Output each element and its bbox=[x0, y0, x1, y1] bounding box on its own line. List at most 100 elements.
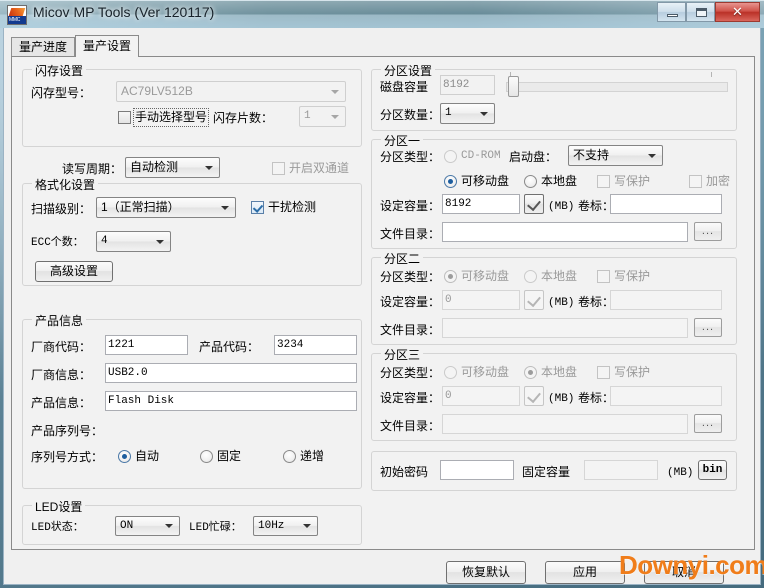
p1-browse-button[interactable]: ... bbox=[694, 222, 722, 241]
p1-capacity-label: 设定容量： bbox=[380, 199, 441, 213]
checkbox-box bbox=[597, 270, 610, 283]
application-window: MMC Micov MP Tools (Ver 120117) 量产进度 量产设… bbox=[0, 0, 764, 588]
app-icon-swoosh bbox=[8, 8, 26, 16]
tab-page-production-settings: 闪存设置 闪存型号： AC79LV512B 手动选择型号 闪存片数： 1 读写周… bbox=[11, 56, 755, 550]
p2-volume-input[interactable] bbox=[610, 290, 722, 310]
p3-capacity-label: 设定容量： bbox=[380, 391, 441, 405]
partition-count-value: 1 bbox=[445, 107, 452, 119]
slider-track[interactable] bbox=[506, 82, 728, 92]
radio-dot bbox=[524, 366, 537, 379]
p2-capacity-apply-button[interactable] bbox=[524, 290, 544, 310]
serial-mode-auto-label: 自动 bbox=[135, 449, 160, 463]
apply-button[interactable]: 应用 bbox=[545, 561, 625, 584]
p1-capacity-apply-button[interactable] bbox=[524, 194, 544, 214]
group-partition-two: 分区二 分区类型： 可移动盘 本地盘 写保护 设定容量： 0 (MB) 卷标： … bbox=[371, 250, 737, 345]
radio-dot bbox=[444, 270, 457, 283]
radio-dot bbox=[524, 270, 537, 283]
p1-dir-input[interactable] bbox=[442, 222, 688, 242]
group-led-settings: LED设置 LED状态： ON LED忙碌： 10Hz bbox=[22, 498, 362, 545]
scan-level-value: 1（正常扫描） bbox=[101, 200, 180, 214]
p1-write-protect-label: 写保护 bbox=[614, 174, 651, 188]
checkbox-box bbox=[597, 175, 610, 188]
dual-channel-label: 开启双通道 bbox=[289, 161, 350, 175]
group-partition-three: 分区三 分区类型： 可移动盘 本地盘 写保护 设定容量： 0 (MB) 卷标： … bbox=[371, 346, 737, 441]
tab-production-progress[interactable]: 量产进度 bbox=[11, 37, 75, 57]
p3-dir-label: 文件目录： bbox=[380, 419, 441, 433]
group-partition-three-title: 分区三 bbox=[381, 346, 424, 363]
group-product-info-title: 产品信息 bbox=[32, 312, 87, 329]
group-format-settings-title: 格式化设置 bbox=[32, 176, 99, 193]
rw-cycle-label: 读写周期： bbox=[62, 162, 123, 176]
checkbox-box bbox=[597, 366, 610, 379]
tab-strip: 量产进度 量产设置 bbox=[11, 35, 755, 57]
app-icon-text: MMC bbox=[9, 17, 21, 23]
p3-capacity-apply-button[interactable] bbox=[524, 386, 544, 406]
p2-capacity-input[interactable]: 0 bbox=[442, 290, 520, 310]
product-info-label: 产品信息： bbox=[31, 396, 92, 410]
p3-write-protect-label: 写保护 bbox=[614, 365, 651, 379]
p1-unit-label: (MB) bbox=[548, 201, 575, 213]
led-state-combo[interactable]: ON bbox=[115, 516, 180, 536]
fixed-capacity-unit-label: (MB) bbox=[667, 467, 694, 479]
bin-button[interactable]: bin bbox=[698, 460, 727, 480]
p3-volume-label: 卷标： bbox=[578, 391, 615, 405]
disk-capacity-input[interactable]: 8192 bbox=[440, 75, 495, 95]
group-partition-two-title: 分区二 bbox=[381, 250, 424, 267]
p3-dir-input[interactable] bbox=[442, 414, 688, 434]
window-title: Micov MP Tools (Ver 120117) bbox=[33, 4, 215, 20]
product-info-input[interactable]: Flash Disk bbox=[105, 391, 357, 411]
p1-volume-label: 卷标： bbox=[578, 199, 615, 213]
led-busy-combo[interactable]: 10Hz bbox=[253, 516, 318, 536]
flash-model-combo[interactable]: AC79LV512B bbox=[116, 81, 346, 102]
chevron-down-icon bbox=[156, 239, 164, 244]
partition-count-combo[interactable]: 1 bbox=[440, 103, 495, 124]
fixed-capacity-input[interactable] bbox=[584, 460, 658, 480]
ecc-count-value: 4 bbox=[101, 235, 108, 247]
vendor-info-input[interactable]: USB2.0 bbox=[105, 363, 357, 383]
p3-removable-label: 可移动盘 bbox=[461, 365, 510, 379]
close-button[interactable] bbox=[715, 2, 760, 22]
fixed-capacity-label: 固定容量 bbox=[522, 465, 571, 479]
p1-volume-input[interactable] bbox=[610, 194, 722, 214]
p2-local-label: 本地盘 bbox=[541, 269, 578, 283]
p2-browse-button[interactable]: ... bbox=[694, 318, 722, 337]
p3-volume-input[interactable] bbox=[610, 386, 722, 406]
chip-count-label: 闪存片数： bbox=[213, 111, 274, 125]
checkbox-box bbox=[689, 175, 702, 188]
minimize-button[interactable] bbox=[657, 2, 686, 22]
init-password-input[interactable] bbox=[440, 460, 514, 480]
ecc-count-combo[interactable]: 4 bbox=[96, 231, 171, 252]
radio-dot bbox=[444, 150, 457, 163]
p1-boot-combo[interactable]: 不支持 bbox=[568, 145, 663, 166]
restore-defaults-button[interactable]: 恢复默认 bbox=[446, 561, 526, 584]
p3-capacity-input[interactable]: 0 bbox=[442, 386, 520, 406]
chevron-down-icon bbox=[165, 524, 173, 528]
p2-dir-input[interactable] bbox=[442, 318, 688, 338]
title-bar[interactable]: MMC Micov MP Tools (Ver 120117) bbox=[0, 0, 764, 28]
led-state-value: ON bbox=[120, 520, 134, 532]
partition-count-label: 分区数量： bbox=[380, 108, 441, 122]
p1-capacity-input[interactable]: 8192 bbox=[442, 194, 520, 214]
group-flash-settings: 闪存设置 闪存型号： AC79LV512B 手动选择型号 闪存片数： 1 bbox=[22, 62, 362, 147]
chip-count-value: 1 bbox=[304, 110, 311, 122]
scan-level-label: 扫描级别： bbox=[31, 202, 92, 216]
p1-local-label: 本地盘 bbox=[541, 174, 578, 188]
advanced-settings-button[interactable]: 高级设置 bbox=[35, 261, 113, 282]
disk-capacity-slider[interactable] bbox=[506, 71, 728, 101]
flash-model-label: 闪存型号： bbox=[31, 86, 92, 100]
p1-cdrom-label: CD-ROM bbox=[461, 150, 501, 162]
vendor-info-label: 厂商信息： bbox=[31, 368, 92, 382]
group-password-bar: 初始密码 固定容量 (MB) bin bbox=[371, 451, 737, 491]
product-code-input[interactable]: 3234 bbox=[274, 335, 357, 355]
vendor-code-input[interactable]: 1221 bbox=[105, 335, 188, 355]
radio-dot bbox=[524, 175, 537, 188]
rw-cycle-combo[interactable]: 自动检测 bbox=[125, 157, 220, 178]
scan-level-combo[interactable]: 1（正常扫描） bbox=[96, 197, 236, 218]
slider-thumb[interactable] bbox=[508, 76, 519, 97]
chip-count-combo[interactable]: 1 bbox=[299, 106, 346, 127]
maximize-button[interactable] bbox=[686, 2, 715, 22]
group-led-settings-title: LED设置 bbox=[32, 498, 86, 515]
chevron-down-icon bbox=[331, 114, 339, 119]
p3-browse-button[interactable]: ... bbox=[694, 414, 722, 433]
tab-production-settings[interactable]: 量产设置 bbox=[75, 35, 139, 57]
